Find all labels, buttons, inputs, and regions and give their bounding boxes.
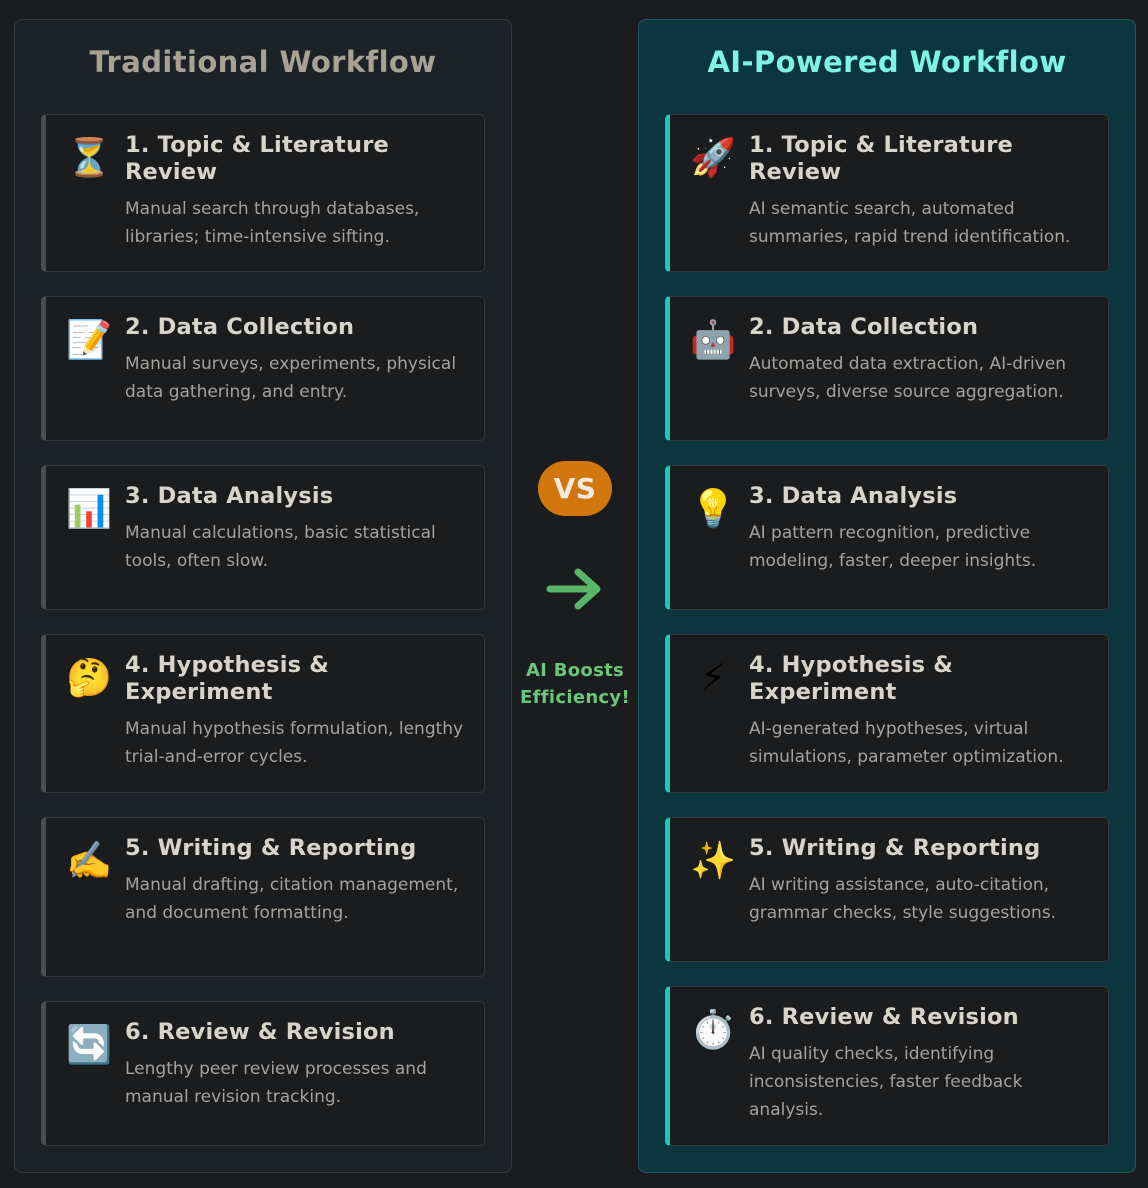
step-title: 6. Review & Revision [749, 1004, 1019, 1030]
step-title: 4. Hypothesis & Experiment [125, 652, 330, 705]
step-description: Manual hypothesis formulation, lengthy t… [125, 719, 464, 767]
traditional-step-card: 📝 2. Data Collection Manual surveys, exp… [41, 296, 485, 441]
step-title: 5. Writing & Reporting [749, 835, 1041, 861]
traditional-workflow-panel: Traditional Workflow ⏳ 1. Topic & Litera… [14, 19, 512, 1173]
step-description: Manual calculations, basic statistical t… [125, 523, 436, 571]
step-description: Manual search through databases, librari… [125, 199, 420, 247]
step-description: Manual surveys, experiments, physical da… [125, 354, 457, 402]
bar-chart-icon: 📊 [66, 487, 113, 530]
step-title: 1. Topic & Literature Review [125, 132, 389, 185]
memo-icon: 📝 [66, 318, 113, 361]
robot-icon: 🤖 [690, 318, 737, 361]
step-description: Manual drafting, citation management, an… [125, 875, 459, 923]
right-arrow-icon [546, 568, 601, 610]
step-title: 1. Topic & Literature Review [749, 132, 1013, 185]
ai-step-card: 💡 3. Data Analysis AI pattern recognitio… [665, 465, 1109, 610]
step-description: AI writing assistance, auto-citation, gr… [749, 875, 1057, 923]
step-title: 5. Writing & Reporting [125, 835, 417, 861]
ai-step-card: 🤖 2. Data Collection Automated data extr… [665, 296, 1109, 441]
ai-boosts-efficiency-text: AI Boosts Efficiency! [520, 660, 630, 708]
traditional-step-card: 📊 3. Data Analysis Manual calculations, … [41, 465, 485, 610]
ai-step-card: 🚀 1. Topic & Literature Review AI semant… [665, 114, 1109, 272]
step-title: 4. Hypothesis & Experiment [749, 652, 954, 705]
step-description: Automated data extraction, AI-driven sur… [749, 354, 1067, 402]
sparkles-icon: ✨ [690, 839, 737, 882]
ai-workflow-title: AI-Powered Workflow [707, 45, 1067, 79]
step-description: Lengthy peer review processes and manual… [125, 1059, 427, 1107]
traditional-step-card: ✍️ 5. Writing & Reporting Manual draftin… [41, 817, 485, 977]
ai-step-card: ⚡ 4. Hypothesis & Experiment AI-generate… [665, 634, 1109, 793]
traditional-step-card: ⏳ 1. Topic & Literature Review Manual se… [41, 114, 485, 272]
traditional-step-card: 🤔 4. Hypothesis & Experiment Manual hypo… [41, 634, 485, 793]
stopwatch-icon: ⏱️ [690, 1008, 737, 1051]
step-description: AI pattern recognition, predictive model… [749, 523, 1037, 571]
step-title: 3. Data Analysis [749, 483, 958, 509]
step-title: 2. Data Collection [749, 314, 979, 340]
vs-badge: VS [538, 461, 612, 516]
ai-step-card: ⏱️ 6. Review & Revision AI quality check… [665, 986, 1109, 1146]
hourglass-icon: ⏳ [66, 136, 113, 179]
cycle-arrows-icon: 🔄 [66, 1023, 113, 1066]
step-description: AI semantic search, automated summaries,… [749, 199, 1071, 247]
ai-workflow-panel: AI-Powered Workflow 🚀 1. Topic & Literat… [638, 19, 1136, 1173]
step-description: AI quality checks, identifying inconsist… [749, 1044, 1023, 1120]
writing-hand-icon: ✍️ [66, 839, 113, 882]
lightning-icon: ⚡ [700, 656, 726, 699]
traditional-workflow-title: Traditional Workflow [89, 45, 437, 79]
step-title: 2. Data Collection [125, 314, 355, 340]
ai-step-card: ✨ 5. Writing & Reporting AI writing assi… [665, 817, 1109, 962]
traditional-step-card: 🔄 6. Review & Revision Lengthy peer revi… [41, 1001, 485, 1146]
step-description: AI-generated hypotheses, virtual simulat… [749, 719, 1064, 767]
step-title: 3. Data Analysis [125, 483, 334, 509]
light-bulb-icon: 💡 [690, 487, 737, 530]
rocket-icon: 🚀 [690, 136, 737, 179]
thinking-face-icon: 🤔 [66, 656, 113, 699]
step-title: 6. Review & Revision [125, 1019, 395, 1045]
